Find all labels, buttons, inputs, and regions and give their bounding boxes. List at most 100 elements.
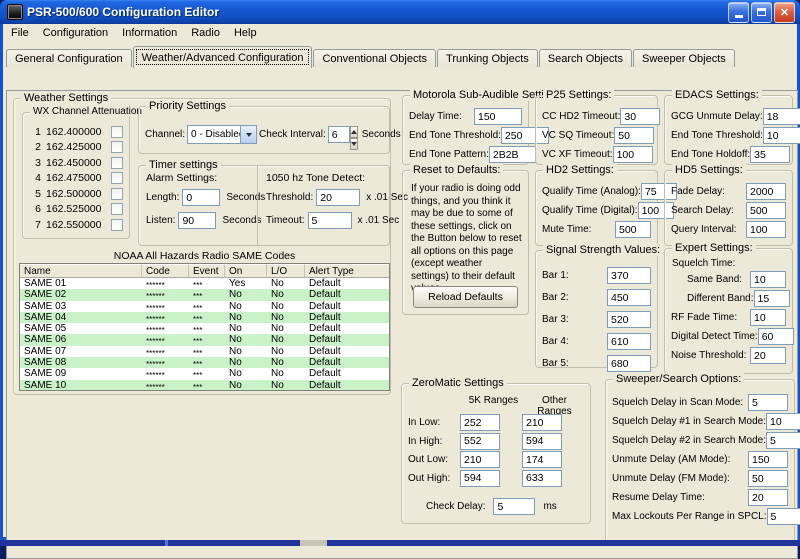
field-label: Different Band: [687,293,754,304]
column-header[interactable]: Event [189,264,225,278]
wx-attenuation-group: WX Channel Attenuation 1 162.400000 2 [22,112,130,239]
maximize-button[interactable] [751,2,772,23]
field-label: Bar 5: [542,358,569,369]
check-interval-input[interactable] [328,126,350,143]
field-input[interactable] [607,333,651,350]
field-input[interactable] [613,146,653,163]
field-label: Out Low: [408,454,460,465]
close-button[interactable]: ✕ [774,2,795,23]
chevron-down-icon[interactable] [240,126,256,143]
column-header[interactable]: Alert Type [305,264,389,278]
priority-channel-dropdown[interactable]: 0 - Disabled [187,125,257,144]
field-input[interactable] [748,394,788,411]
field-input[interactable] [615,221,651,238]
check-delay-input[interactable] [493,498,535,515]
column-header[interactable]: On [225,264,267,278]
title-bar[interactable]: PSR-500/600 Configuration Editor ✕ [0,0,800,24]
seconds-unit: Seconds [222,215,261,226]
wx-attenuation-checkbox[interactable] [111,172,123,184]
field-input[interactable] [750,309,786,326]
tone-threshold-input[interactable] [316,189,360,206]
cell-alert-type: Default [305,323,389,334]
menu-item[interactable]: Help [227,25,264,41]
table-row[interactable]: SAME 07 ****** *** No No Default [20,346,389,357]
wx-attenuation-checkbox[interactable] [111,188,123,200]
menu-item[interactable]: Radio [184,25,227,41]
reload-defaults-button[interactable]: Reload Defaults [413,286,518,308]
menu-item[interactable]: Configuration [36,25,115,41]
spin-down-icon[interactable] [350,138,358,150]
tab[interactable]: Trunking Objects [437,49,538,67]
column-header[interactable]: Code [142,264,189,278]
zeromatic-other-input[interactable] [522,470,562,487]
zeromatic-other-input[interactable] [522,433,562,450]
check-interval-spinner[interactable] [350,126,358,144]
tab[interactable]: Sweeper Objects [633,49,735,67]
field-input[interactable] [754,290,790,307]
menu-item[interactable]: Information [115,25,184,41]
field-input[interactable] [746,221,786,238]
wx-attenuation-checkbox[interactable] [111,157,123,169]
zeromatic-5k-input[interactable] [460,470,500,487]
field-input[interactable] [614,127,654,144]
column-header[interactable]: L/O [267,264,305,278]
sweeper-search-group: Sweeper/Search Options: Squelch Delay in… [605,379,795,546]
field-input[interactable] [758,328,794,345]
spin-up-icon[interactable] [350,126,358,138]
field-row: End Tone Threshold: [409,127,522,144]
field-label: Bar 4: [542,336,569,347]
field-input[interactable] [607,311,651,328]
table-row[interactable]: SAME 02 ****** *** No No Default [20,289,389,300]
zeromatic-other-input[interactable] [522,414,562,431]
table-row[interactable]: SAME 01 ****** *** Yes No Default [20,278,389,289]
minimize-button[interactable] [728,2,749,23]
table-row[interactable]: SAME 10 ****** *** No No Default [20,380,389,391]
cell-event: *** [189,289,225,300]
field-input[interactable] [763,108,800,125]
threshold-label: Threshold: [266,192,313,203]
wx-attenuation-checkbox[interactable] [111,203,123,215]
zeromatic-5k-input[interactable] [460,414,500,431]
tab[interactable]: General Configuration [6,49,132,67]
field-input[interactable] [746,202,786,219]
zeromatic-5k-input[interactable] [460,451,500,468]
wx-attenuation-checkbox[interactable] [111,141,123,153]
field-input[interactable] [746,183,786,200]
field-input[interactable] [748,451,788,468]
field-input[interactable] [763,127,800,144]
field-input[interactable] [766,432,800,449]
wx-attenuation-checkbox[interactable] [111,219,123,231]
alarm-listen-input[interactable] [178,212,216,229]
table-row[interactable]: SAME 04 ****** *** No No Default [20,312,389,323]
tab[interactable]: Conventional Objects [313,49,436,67]
alarm-length-input[interactable] [182,189,220,206]
field-input[interactable] [750,271,786,288]
table-row[interactable]: SAME 06 ****** *** No No Default [20,334,389,345]
field-input[interactable] [474,108,522,125]
field-input[interactable] [620,108,660,125]
table-row[interactable]: SAME 05 ****** *** No No Default [20,323,389,334]
field-input[interactable] [607,289,651,306]
table-row[interactable]: SAME 03 ****** *** No No Default [20,301,389,312]
field-input[interactable] [767,508,800,525]
zeromatic-5k-input[interactable] [460,433,500,450]
table-row[interactable]: SAME 09 ****** *** No No Default [20,368,389,379]
tab[interactable]: Weather/Advanced Configuration [133,46,313,68]
table-row[interactable]: SAME 08 ****** *** No No Default [20,357,389,368]
field-input[interactable] [750,347,786,364]
wx-attenuation-checkbox[interactable] [111,126,123,138]
field-input[interactable] [748,489,788,506]
field-input[interactable] [489,146,537,163]
menu-item[interactable]: File [4,25,36,41]
tone-timeout-input[interactable] [308,212,352,229]
field-row: Noise Threshold: [671,347,786,364]
zeromatic-other-input[interactable] [522,451,562,468]
column-header[interactable]: Name [20,264,142,278]
field-input[interactable] [607,267,651,284]
tab[interactable]: Search Objects [539,49,632,67]
field-input[interactable] [750,146,790,163]
cell-on: No [225,301,267,312]
field-input[interactable] [766,413,800,430]
field-input[interactable] [748,470,788,487]
field-input[interactable] [607,355,651,372]
